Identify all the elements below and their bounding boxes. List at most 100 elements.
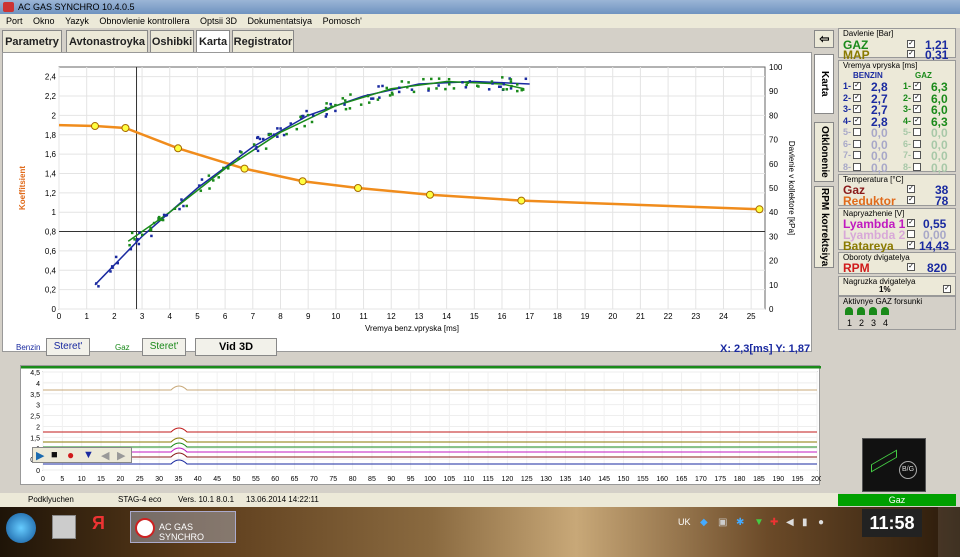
gaz-cyl-checkbox[interactable]: ✓ bbox=[913, 105, 921, 113]
download-tray-icon[interactable]: ▼ bbox=[754, 517, 764, 528]
side-tab-rpm-korrektsiya[interactable]: RPM korrektsiya bbox=[814, 186, 834, 268]
temp-reduktor-checkbox[interactable]: ✓ bbox=[907, 196, 915, 204]
menu-obnovlenie[interactable]: Obnovlenie kontrollera bbox=[99, 16, 189, 26]
taskbar-app-button[interactable]: AC GAS SYNCHRO bbox=[130, 511, 236, 543]
clock[interactable]: 11:58 bbox=[862, 509, 922, 537]
y-right-tick-label: 50 bbox=[769, 184, 778, 193]
play-icon[interactable]: ▶ bbox=[36, 449, 44, 462]
gaz-cyl-checkbox[interactable]: ✓ bbox=[913, 116, 921, 125]
registrator-y-tick: 1,5 bbox=[30, 435, 40, 442]
gaz-cyl-checkbox[interactable] bbox=[913, 139, 921, 148]
stop-icon[interactable]: ■ bbox=[51, 449, 58, 461]
yandex-icon[interactable]: Я bbox=[92, 513, 114, 539]
action-center-icon[interactable]: ● bbox=[818, 517, 824, 528]
gaz-clear-button[interactable]: Steret' bbox=[142, 338, 186, 356]
tab-oshibki[interactable]: Oshibki bbox=[150, 30, 194, 52]
x-tick-label: 6 bbox=[223, 312, 228, 321]
koeffitsient-point bbox=[425, 190, 434, 199]
gaz-cyl-checkbox[interactable]: ✓ bbox=[913, 82, 921, 90]
gaz-cyl-checkbox[interactable] bbox=[913, 151, 921, 159]
karta-chart[interactable]: 0 1 2 3 4 5 6 7 8 9 10 11 12 13 14 15 16 17 18 19 20 21 22 23 24… bbox=[3, 53, 813, 343]
benzin-scatter-point bbox=[200, 178, 204, 181]
signal-icon[interactable]: ▮ bbox=[802, 517, 808, 528]
benzin-cyl-id: 6- bbox=[843, 138, 852, 149]
ac-app-icon bbox=[135, 518, 155, 538]
menu-okno[interactable]: Okno bbox=[33, 16, 55, 26]
tab-karta[interactable]: Karta bbox=[196, 30, 230, 52]
calculator-icon[interactable] bbox=[52, 515, 76, 539]
tab-registrator[interactable]: Registrator bbox=[232, 30, 294, 52]
benzin-clear-button[interactable]: Steret' bbox=[46, 338, 90, 356]
gaz-scatter-point bbox=[269, 132, 272, 136]
prev-icon[interactable]: ◀ bbox=[101, 449, 109, 462]
gas-switch[interactable]: B/G bbox=[862, 438, 926, 492]
registrator-x-tick: 40 bbox=[194, 476, 202, 483]
benzin-cyl-checkbox[interactable] bbox=[853, 162, 861, 171]
language-indicator[interactable]: UK bbox=[678, 517, 691, 527]
gaz-scatter-point bbox=[515, 83, 519, 86]
gaz-cyl-checkbox[interactable]: ✓ bbox=[913, 93, 921, 102]
benzin-cyl-checkbox[interactable]: ✓ bbox=[853, 105, 861, 113]
gaz-cyl-id: 6- bbox=[903, 138, 912, 149]
gaz-scatter-point bbox=[157, 217, 160, 220]
network-icon[interactable]: ◆ bbox=[700, 517, 708, 528]
registrator-x-tick: 170 bbox=[695, 476, 707, 483]
gaz-scatter-point bbox=[128, 243, 131, 247]
record-icon[interactable]: ● bbox=[67, 448, 74, 462]
side-tab-otklonenie[interactable]: Otklonenie bbox=[814, 122, 834, 182]
gaz-cyl-checkbox[interactable] bbox=[913, 128, 921, 136]
injector-3-label: 3 bbox=[871, 318, 877, 328]
benzin-scatter-point bbox=[461, 81, 464, 84]
usb-icon[interactable]: ▣ bbox=[718, 517, 727, 528]
pressure-gaz-checkbox[interactable]: ✓ bbox=[907, 40, 915, 48]
bg-switch-icon[interactable]: B/G bbox=[899, 461, 917, 479]
temp-gaz-checkbox[interactable]: ✓ bbox=[907, 185, 915, 193]
menu-port[interactable]: Port bbox=[6, 16, 23, 26]
menu-pomosch[interactable]: Pomosch' bbox=[323, 16, 362, 26]
benzin-cyl-checkbox[interactable]: ✓ bbox=[853, 116, 861, 125]
load-checkbox[interactable]: ✓ bbox=[943, 285, 951, 293]
gaz-scatter-point bbox=[199, 189, 203, 192]
gaz-scatter-point bbox=[477, 85, 480, 88]
antivirus-icon[interactable]: ✚ bbox=[770, 517, 778, 528]
tab-parametry[interactable]: Parametry bbox=[2, 30, 62, 52]
x-axis-label: Vremya benz.vpryska [ms] bbox=[365, 324, 459, 333]
gaz-scatter-point bbox=[452, 87, 456, 90]
lambda2-checkbox[interactable] bbox=[907, 230, 915, 238]
download-icon[interactable]: ▼ bbox=[83, 449, 94, 461]
gaz-scatter-point bbox=[510, 84, 513, 88]
menu-dokumentatsiya[interactable]: Dokumentatsiya bbox=[248, 16, 313, 26]
gaz-cyl-id: 5- bbox=[903, 127, 912, 137]
x-tick-label: 10 bbox=[331, 312, 340, 321]
benzin-cyl-checkbox[interactable]: ✓ bbox=[853, 82, 861, 90]
benzin-cyl-checkbox[interactable] bbox=[853, 128, 861, 136]
x-tick-label: 8 bbox=[278, 312, 283, 321]
koeffitsient-point bbox=[90, 122, 99, 131]
lambda1-checkbox[interactable]: ✓ bbox=[907, 219, 915, 227]
pin-icon[interactable]: ⇩ bbox=[814, 30, 834, 48]
gaz-cyl-checkbox[interactable] bbox=[913, 162, 921, 171]
pressure-map-checkbox[interactable]: ✓ bbox=[907, 50, 915, 58]
gaz-scatter-point bbox=[435, 87, 438, 90]
menu-optsii-3d[interactable]: Optsii 3D bbox=[200, 16, 237, 26]
x-tick-label: 13 bbox=[414, 312, 423, 321]
battery-checkbox[interactable]: ✓ bbox=[907, 241, 915, 249]
vid-3d-button[interactable]: Vid 3D bbox=[195, 338, 277, 356]
gaz-scatter-point bbox=[299, 115, 302, 119]
x-tick-label: 21 bbox=[636, 312, 645, 321]
y-right-tick-label: 80 bbox=[769, 111, 778, 120]
benzin-cyl-checkbox[interactable] bbox=[853, 139, 861, 148]
benzin-cyl-checkbox[interactable] bbox=[853, 151, 861, 159]
speaker-icon[interactable]: ◀ bbox=[786, 517, 794, 528]
rpm-checkbox[interactable]: ✓ bbox=[907, 263, 915, 271]
registrator-y-tick: 2,5 bbox=[30, 414, 40, 421]
next-icon[interactable]: ▶ bbox=[117, 449, 125, 462]
benzin-cyl-checkbox[interactable]: ✓ bbox=[853, 93, 861, 102]
menu-yazyk[interactable]: Yazyk bbox=[65, 16, 89, 26]
benzin-scatter-point bbox=[276, 127, 279, 130]
start-button-icon[interactable] bbox=[6, 513, 36, 543]
show-desktop-button[interactable] bbox=[938, 507, 960, 557]
tab-avtonastroyka[interactable]: Avtonastroyka bbox=[66, 30, 148, 52]
side-tab-karta[interactable]: Karta bbox=[814, 54, 834, 114]
bluetooth-icon[interactable]: ✱ bbox=[736, 517, 744, 528]
